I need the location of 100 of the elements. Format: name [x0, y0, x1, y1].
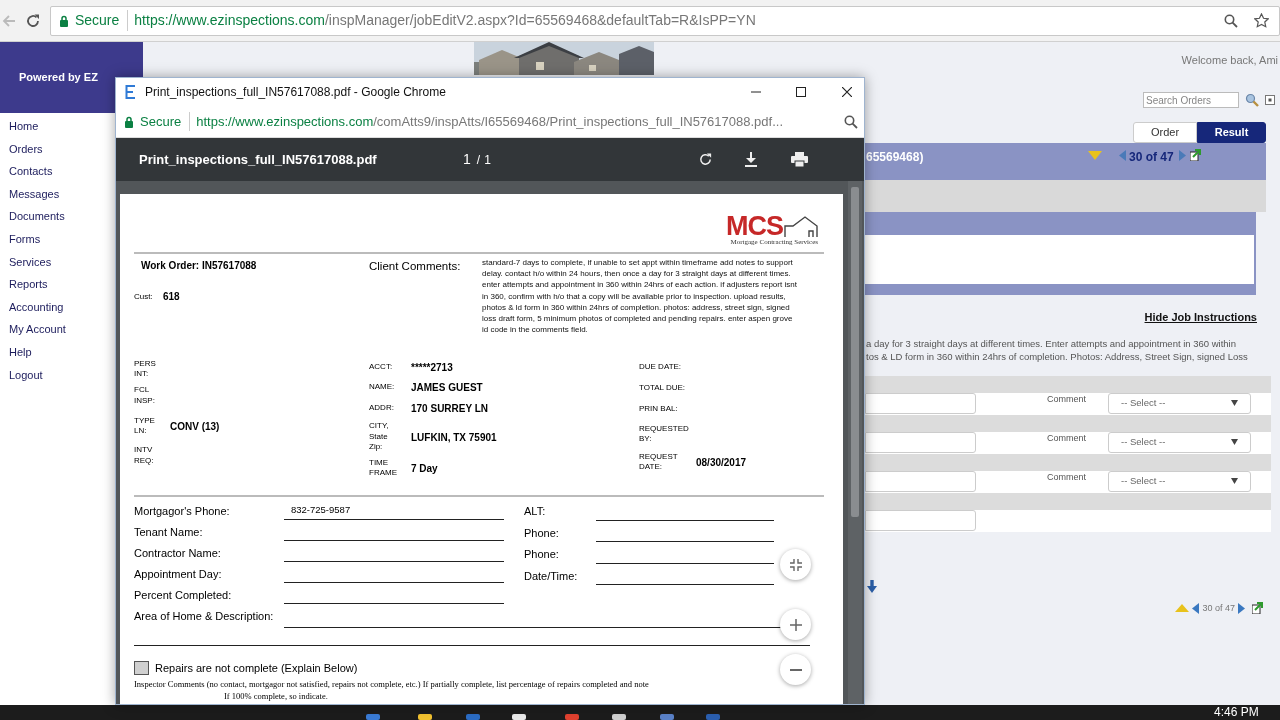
address-bar[interactable]: Secure https://www.ezinspections.com/inspManager/jobEditV2.aspx?Id=65569468&defaultTab=R&IsPP=YN	[49, 5, 1280, 36]
dropdown-arrow-icon	[1231, 478, 1238, 484]
form-label: Appointment Day:	[134, 566, 223, 582]
field-label: NAME:	[369, 382, 396, 393]
text-input[interactable]	[865, 392, 976, 414]
instruction-text: tos & LD form in 360 within 24hrs of completion. Photos: Address, Street Sign, signed Loss	[866, 349, 1249, 363]
scrollbar-thumb[interactable]	[851, 187, 859, 517]
field-value: 08/30/2017	[696, 455, 747, 470]
nav-link[interactable]: Help	[9, 343, 32, 361]
nav-link[interactable]: My Account	[9, 321, 66, 338]
search-icon[interactable]	[1224, 13, 1238, 28]
work-order-text: Work Order: IN57617088	[141, 259, 258, 273]
house-icon	[784, 216, 818, 238]
select-dropdown[interactable]: -- Select --	[1108, 431, 1251, 453]
field-label: INTV REQ:	[134, 445, 155, 466]
print-icon[interactable]	[790, 152, 808, 167]
field-value: LUFKIN, TX 75901	[411, 430, 497, 445]
form-label: ALT:	[524, 504, 547, 519]
comment-label: Comment	[1047, 392, 1086, 406]
field-label: Cust:	[134, 290, 154, 303]
rotate-icon[interactable]	[697, 152, 713, 167]
reload-icon[interactable]	[25, 12, 41, 29]
nav-link[interactable]: Contacts	[9, 163, 53, 180]
settings-box-icon[interactable]	[1265, 95, 1275, 105]
nav-link[interactable]: Home	[9, 118, 39, 135]
field-label: PERS INT:	[134, 358, 157, 380]
zoom-out-button[interactable]	[780, 654, 811, 685]
lock-icon	[58, 14, 69, 27]
fill-in-line: 832-725-9587	[284, 503, 504, 520]
field-label: TYPE LN:	[134, 415, 156, 437]
zoom-in-button[interactable]	[780, 609, 811, 640]
logo-mark: MCS	[726, 214, 783, 238]
field-value: 170 SURREY LN	[411, 402, 489, 416]
app-logo-icon	[125, 85, 136, 99]
field-label: TIME FRAME	[369, 457, 398, 479]
checkbox-label: Repairs are not complete (Explain Below)	[155, 661, 358, 676]
client-comments-label: Client Comments:	[369, 259, 462, 274]
field-label: ACCT:	[369, 361, 394, 373]
search-icon[interactable]	[844, 114, 858, 129]
job-id-text: 65569468)	[866, 149, 925, 166]
brand-text: Powered by EZ	[19, 70, 98, 86]
nav-link[interactable]: Messages	[9, 185, 60, 203]
nav-link[interactable]: Reports	[9, 276, 48, 293]
select-dropdown[interactable]: -- Select --	[1108, 392, 1251, 414]
field-label: PRIN BAL:	[639, 403, 679, 415]
export-icon[interactable]	[1252, 602, 1263, 615]
close-icon[interactable]	[842, 87, 852, 97]
nav-link[interactable]: Documents	[9, 208, 65, 225]
form-label: Date/Time:	[524, 568, 579, 584]
search-field[interactable]: Search Orders	[1143, 92, 1239, 108]
export-icon[interactable]	[1189, 149, 1201, 161]
text-input[interactable]	[865, 470, 976, 492]
form-label: Tenant Name:	[134, 524, 204, 540]
text-input[interactable]	[865, 431, 976, 453]
text-input[interactable]	[865, 509, 976, 531]
form-label: Mortgagor's Phone:	[134, 503, 231, 519]
nav-link[interactable]: Orders	[9, 140, 43, 158]
clock-text: 4:46 PM	[1214, 706, 1259, 719]
field-label: ADDR:	[369, 403, 395, 414]
down-arrow-icon[interactable]	[867, 579, 877, 593]
nav-link[interactable]: Services	[9, 253, 52, 271]
field-value: 618	[163, 290, 180, 304]
instruction-text: a day for 3 straight days at different times. Enter attempts and appointment in 360 within	[866, 336, 1237, 350]
form-label: Percent Completed:	[134, 587, 233, 603]
welcome-text: Welcome back, Ami	[1180, 53, 1279, 68]
nav-link[interactable]: Logout	[9, 366, 43, 384]
comment-label: Comment	[1047, 431, 1086, 445]
nav-link[interactable]: Forms	[9, 230, 41, 248]
field-label: DUE DATE:	[639, 362, 683, 373]
scrollbar[interactable]	[848, 181, 862, 704]
hide-instructions-link[interactable]: Hide Job Instructions	[1144, 309, 1257, 326]
field-value: 7 Day	[411, 461, 438, 476]
maximize-icon[interactable]	[796, 87, 806, 97]
field-label: TOTAL DUE:	[639, 383, 687, 394]
checkbox[interactable]	[134, 661, 149, 676]
url-text: https://www.ezinspections.com/comAtts9/inspAtts/I65569468/Print_inspections_full_IN57617088.pdf...	[196, 112, 783, 131]
tab[interactable]: Result	[1197, 122, 1266, 143]
download-icon[interactable]	[743, 152, 758, 167]
lock-icon	[124, 115, 134, 128]
fit-page-button[interactable]	[780, 549, 811, 580]
field-label: REQUEST DATE:	[639, 451, 679, 473]
previous-arrow-icon[interactable]	[1192, 602, 1200, 614]
field-value: CONV (13)	[170, 419, 220, 434]
tab[interactable]: Order	[1133, 122, 1197, 143]
nav-link[interactable]: Accounting	[9, 298, 64, 316]
plus-icon	[789, 618, 802, 631]
page-total: 1	[484, 151, 491, 169]
form-label: Contractor Name:	[134, 545, 222, 561]
form-label: Area of Home & Description:	[134, 608, 275, 624]
field-label: REQUESTED BY:	[639, 423, 688, 445]
field-value: *****2713	[411, 360, 453, 375]
fit-page-icon	[789, 558, 802, 571]
search-icon[interactable]	[1245, 93, 1259, 107]
next-arrow-icon[interactable]	[1238, 602, 1245, 614]
select-dropdown[interactable]: -- Select --	[1108, 470, 1251, 492]
secure-label: Secure	[140, 111, 191, 132]
select-text: -- Select --	[1121, 434, 1166, 449]
star-icon[interactable]	[1254, 13, 1269, 28]
instructions-text: If 100% complete, so indicate.	[224, 689, 329, 702]
form-label: Phone:	[524, 525, 560, 541]
